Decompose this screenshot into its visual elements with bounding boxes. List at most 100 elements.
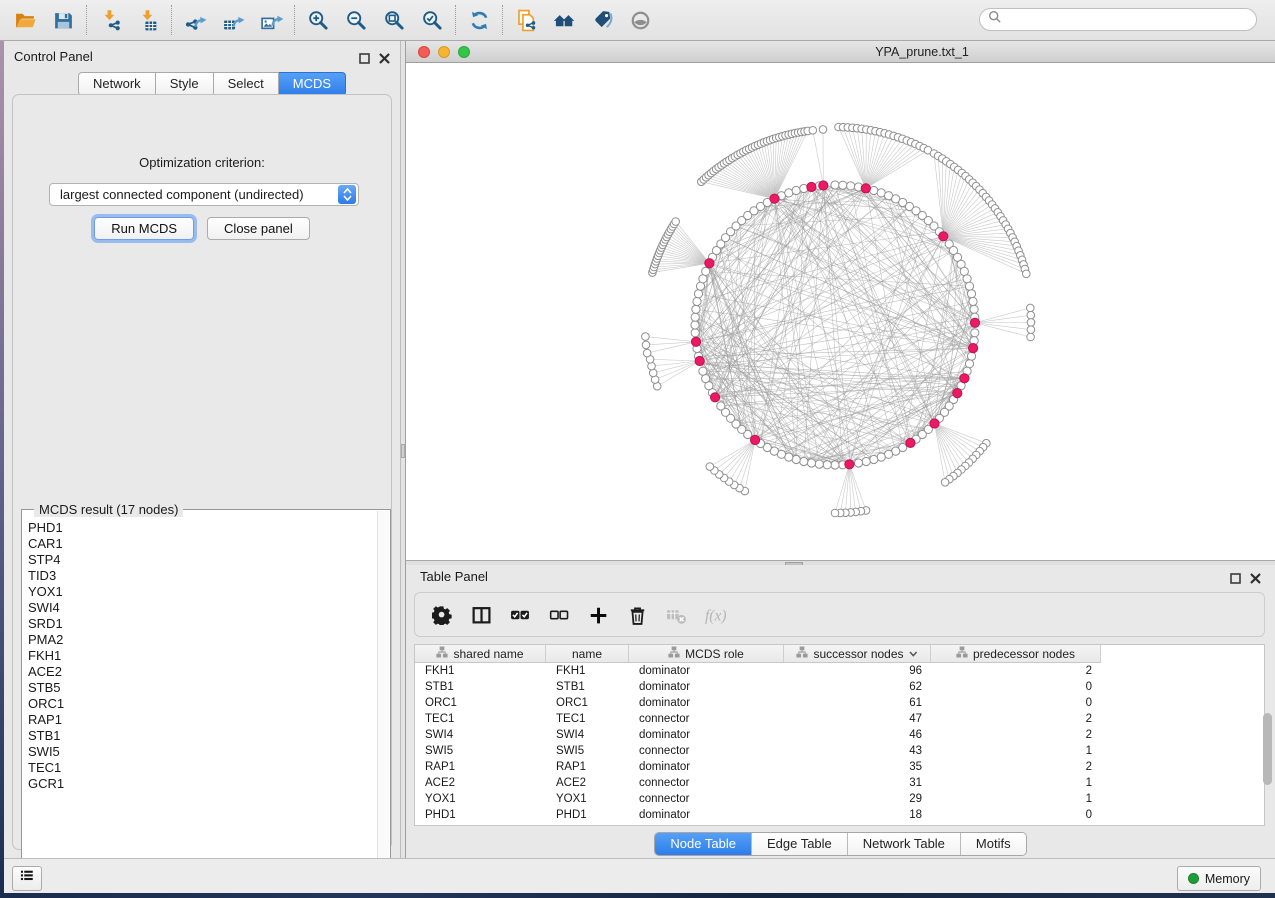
close-traffic-light[interactable] [418, 46, 430, 58]
mcds-result-item[interactable]: TEC1 [24, 760, 372, 776]
hide-label-icon[interactable] [589, 7, 615, 33]
mcds-buttons-row: Run MCDS Close panel [13, 217, 391, 240]
cell-shared-name: TEC1 [415, 711, 546, 727]
optimization-criterion-label: Optimization criterion: [13, 155, 391, 170]
zoom-in-icon[interactable] [305, 7, 331, 33]
table-row[interactable]: SWI4SWI4dominator462 [415, 727, 1264, 743]
network-canvas[interactable] [406, 63, 1275, 560]
eye-icon[interactable] [627, 7, 653, 33]
close-icon[interactable] [1250, 571, 1261, 582]
export-image-icon[interactable] [258, 7, 284, 33]
tab-edge-table[interactable]: Edge Table [751, 833, 847, 855]
refresh-icon[interactable] [466, 7, 492, 33]
mcds-result-item[interactable]: SRD1 [24, 616, 372, 632]
tab-network-table[interactable]: Network Table [847, 833, 960, 855]
toolbar-group [172, 5, 295, 35]
float-icon[interactable] [1230, 571, 1241, 582]
mcds-result-item[interactable]: CAR1 [24, 536, 372, 552]
close-panel-button[interactable]: Close panel [207, 217, 310, 240]
export-network-icon[interactable] [182, 7, 208, 33]
cell-MCDS-role: connector [629, 775, 784, 791]
network-window-titlebar[interactable]: YPA_prune.txt_1 [406, 41, 1275, 63]
mcds-result-list[interactable]: PHD1CAR1STP4TID3YOX1SWI4SRD1PMA2FKH1ACE2… [24, 520, 372, 878]
export-table-icon[interactable] [220, 7, 246, 33]
tab-node-table[interactable]: Node Table [655, 833, 751, 855]
mcds-result-item[interactable]: STP4 [24, 552, 372, 568]
run-mcds-button[interactable]: Run MCDS [94, 217, 194, 240]
column-header-successor-nodes[interactable]: successor nodes [784, 645, 931, 663]
mcds-result-item[interactable]: SWI4 [24, 600, 372, 616]
import-network-icon[interactable] [97, 7, 123, 33]
home-icon[interactable] [551, 7, 577, 33]
tab-network[interactable]: Network [78, 72, 156, 96]
result-list-scrollbar[interactable] [377, 511, 389, 879]
table-scrollbar[interactable] [1263, 647, 1272, 823]
show-panels-button[interactable] [12, 866, 42, 891]
column-header-shared-name[interactable]: shared name [415, 645, 546, 663]
column-header-MCDS-role[interactable]: MCDS role [629, 645, 784, 663]
mcds-result-item[interactable]: PMA2 [24, 632, 372, 648]
table-row[interactable]: ACE2ACE2connector311 [415, 775, 1264, 791]
save-icon[interactable] [50, 7, 76, 33]
table-row[interactable]: PHD1PHD1dominator180 [415, 807, 1264, 823]
mcds-result-item[interactable]: STB5 [24, 680, 372, 696]
mcds-result-item[interactable]: STB1 [24, 728, 372, 744]
check-all-icon[interactable] [509, 604, 531, 626]
table-row[interactable]: ORC1ORC1dominator610 [415, 695, 1264, 711]
network-graph[interactable] [406, 63, 1275, 560]
gear-icon[interactable] [431, 604, 453, 626]
column-label: shared name [453, 647, 523, 661]
float-icon[interactable] [359, 51, 370, 62]
mcds-result-item[interactable]: FKH1 [24, 648, 372, 664]
table-row[interactable]: FKH1FKH1dominator962 [415, 663, 1264, 679]
zoom-out-icon[interactable] [343, 7, 369, 33]
zoom-traffic-light[interactable] [458, 46, 470, 58]
table-row[interactable]: SWI5SWI5connector431 [415, 743, 1264, 759]
column-type-icon [668, 646, 680, 661]
zoom-fit-icon[interactable] [381, 7, 407, 33]
cell-successor-nodes: 43 [784, 743, 931, 759]
tab-select[interactable]: Select [214, 72, 279, 96]
tab-mcds[interactable]: MCDS [279, 72, 346, 96]
column-header-name[interactable]: name [546, 645, 629, 663]
dropdown-stepper-icon [338, 185, 356, 204]
tab-motifs[interactable]: Motifs [960, 833, 1026, 855]
criterion-dropdown[interactable]: largest connected component (undirected) [49, 183, 359, 206]
uncheck-all-icon[interactable] [548, 604, 570, 626]
mcds-result-item[interactable]: ORC1 [24, 696, 372, 712]
close-icon[interactable] [379, 51, 390, 62]
cell-successor-nodes: 61 [784, 695, 931, 711]
delete-icon[interactable] [626, 604, 648, 626]
mcds-result-item[interactable]: YOX1 [24, 584, 372, 600]
open-folder-icon[interactable] [12, 7, 38, 33]
import-table-icon[interactable] [135, 7, 161, 33]
memory-label: Memory [1205, 872, 1250, 886]
cell-MCDS-role: dominator [629, 695, 784, 711]
mcds-result-item[interactable]: SWI5 [24, 744, 372, 760]
table-row[interactable]: STB1STB1dominator620 [415, 679, 1264, 695]
tab-style[interactable]: Style [156, 72, 214, 96]
cell-shared-name: SWI5 [415, 743, 546, 759]
scrollbar-thumb[interactable] [1263, 713, 1272, 785]
minimize-traffic-light[interactable] [438, 46, 450, 58]
column-header-predecessor-nodes[interactable]: predecessor nodes [931, 645, 1101, 663]
cell-successor-nodes: 47 [784, 711, 931, 727]
splitter-grip[interactable] [401, 444, 405, 458]
clone-network-icon[interactable] [513, 7, 539, 33]
columns-icon[interactable] [470, 604, 492, 626]
search-input[interactable] [1002, 10, 1256, 30]
toolbar-group [503, 5, 663, 35]
mcds-result-item[interactable]: TID3 [24, 568, 372, 584]
table-row[interactable]: YOX1YOX1connector291 [415, 791, 1264, 807]
search-box[interactable] [979, 8, 1257, 31]
toolbar-group [87, 5, 172, 35]
add-icon[interactable] [587, 604, 609, 626]
zoom-selected-icon[interactable] [419, 7, 445, 33]
mcds-result-item[interactable]: RAP1 [24, 712, 372, 728]
table-row[interactable]: RAP1RAP1dominator352 [415, 759, 1264, 775]
mcds-result-item[interactable]: GCR1 [24, 776, 372, 792]
mcds-result-item[interactable]: ACE2 [24, 664, 372, 680]
memory-button[interactable]: Memory [1177, 866, 1261, 891]
table-row[interactable]: TEC1TEC1connector472 [415, 711, 1264, 727]
mcds-result-item[interactable]: PHD1 [24, 520, 372, 536]
